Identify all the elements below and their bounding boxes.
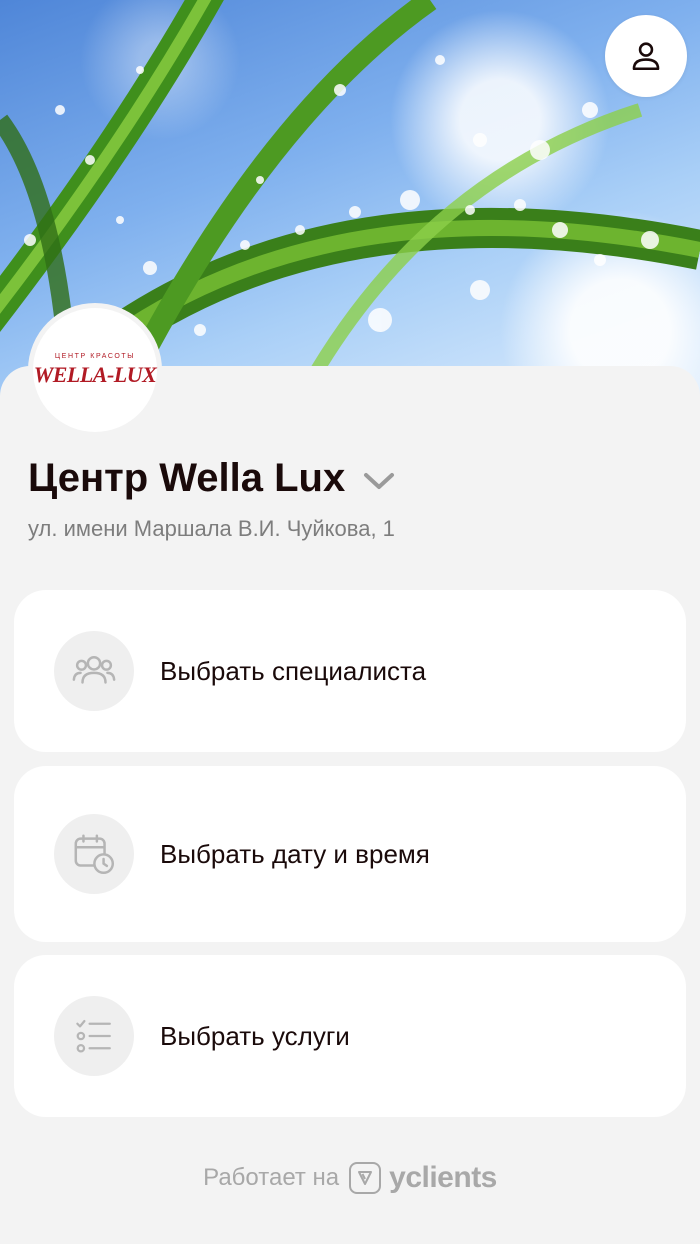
choose-services-button[interactable]: Выбрать услуги — [14, 955, 686, 1117]
powered-by-footer[interactable]: Работает на yclients — [0, 1156, 700, 1200]
user-icon — [632, 42, 660, 71]
calendar-icon-container — [54, 814, 134, 894]
powered-by-text: Работает на — [203, 1164, 340, 1191]
checklist-icon — [76, 1019, 111, 1053]
choose-date-time-label: Выбрать дату и время — [160, 838, 430, 869]
choose-date-time-button[interactable]: Выбрать дату и время — [14, 766, 686, 942]
choose-services-label: Выбрать услуги — [160, 1020, 350, 1051]
profile-button[interactable] — [605, 15, 687, 97]
salon-selector[interactable]: Центр Wella Lux — [28, 450, 395, 506]
choose-specialist-label: Выбрать специалиста — [160, 655, 427, 686]
chevron-down-icon[interactable] — [363, 471, 395, 491]
logo-subtitle: ЦЕНТР КРАСОТЫ — [54, 352, 136, 360]
yclients-brand: yclients — [389, 1161, 497, 1194]
calendar-clock-icon — [74, 834, 115, 875]
salon-logo: ЦЕНТР КРАСОТЫ WELLA-LUX — [33, 308, 157, 432]
checklist-icon-container — [54, 996, 134, 1076]
salon-address: ул. имени Маршала В.И. Чуйкова, 1 — [28, 516, 395, 541]
logo-wordmark: WELLA-LUX — [33, 361, 157, 387]
choose-specialist-button[interactable]: Выбрать специалиста — [14, 590, 686, 752]
users-icon-container — [54, 631, 134, 711]
salon-name: Центр Wella Lux — [28, 455, 346, 500]
yclients-logo-icon — [349, 1162, 382, 1194]
users-icon — [72, 655, 116, 684]
